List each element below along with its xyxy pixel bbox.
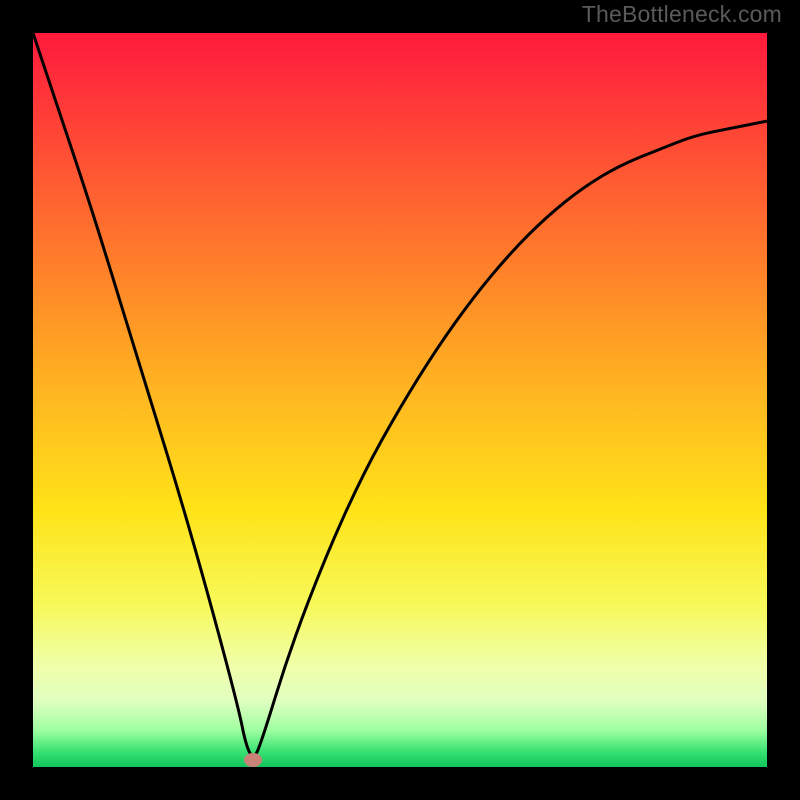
plot-area — [33, 33, 767, 767]
watermark-text: TheBottleneck.com — [582, 1, 782, 28]
curve-path — [33, 33, 767, 756]
chart-frame: TheBottleneck.com — [0, 0, 800, 800]
bottleneck-curve — [33, 33, 767, 767]
optimal-point-marker — [244, 753, 262, 767]
